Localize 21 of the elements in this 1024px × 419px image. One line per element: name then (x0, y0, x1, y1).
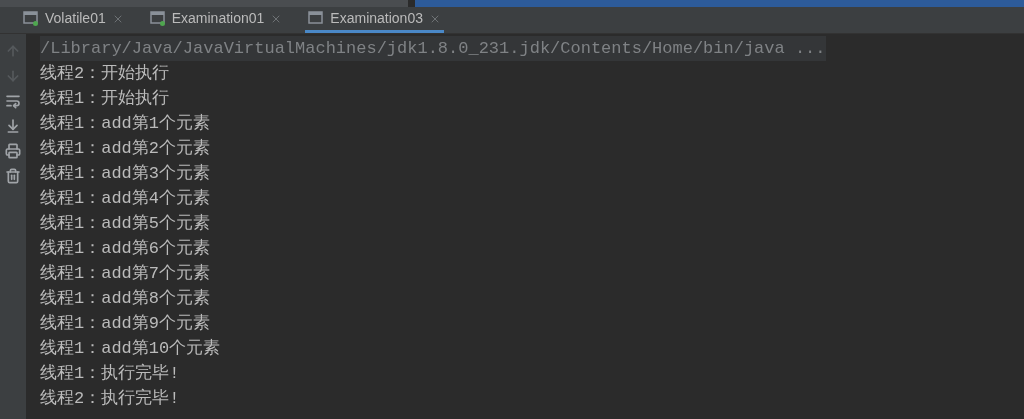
tab[interactable]: Examination03 (305, 7, 444, 33)
console-line: 线程1：add第8个元素 (40, 288, 210, 310)
tab[interactable]: Volatile01 (20, 7, 127, 33)
console-line: 线程2：开始执行 (40, 63, 170, 85)
tab[interactable]: Examination01 (146, 7, 286, 33)
console-line: 线程1：add第1个元素 (40, 113, 210, 135)
console-line: 线程2：执行完毕! (40, 387, 180, 410)
console-line: 线程1：add第7个元素 (40, 263, 210, 285)
console-line: 线程1：执行完毕! (40, 362, 180, 385)
console-line: 线程1：add第6个元素 (40, 238, 210, 260)
console-line: 线程1：add第2个元素 (40, 138, 210, 160)
scroll-to-end-icon[interactable] (5, 118, 21, 134)
console-line: 线程1：add第4个元素 (40, 188, 210, 210)
console-line: 线程1：开始执行 (40, 88, 170, 110)
console-line: 线程1：add第5个元素 (40, 213, 210, 235)
console-line: 线程1：add第10个元素 (40, 338, 221, 360)
wrap-text-icon[interactable] (5, 93, 21, 109)
console-line: 线程1：add第3个元素 (40, 163, 210, 185)
trash-icon[interactable] (5, 168, 21, 184)
console-line: 线程1：add第9个元素 (40, 313, 210, 335)
print-icon[interactable] (5, 143, 21, 159)
